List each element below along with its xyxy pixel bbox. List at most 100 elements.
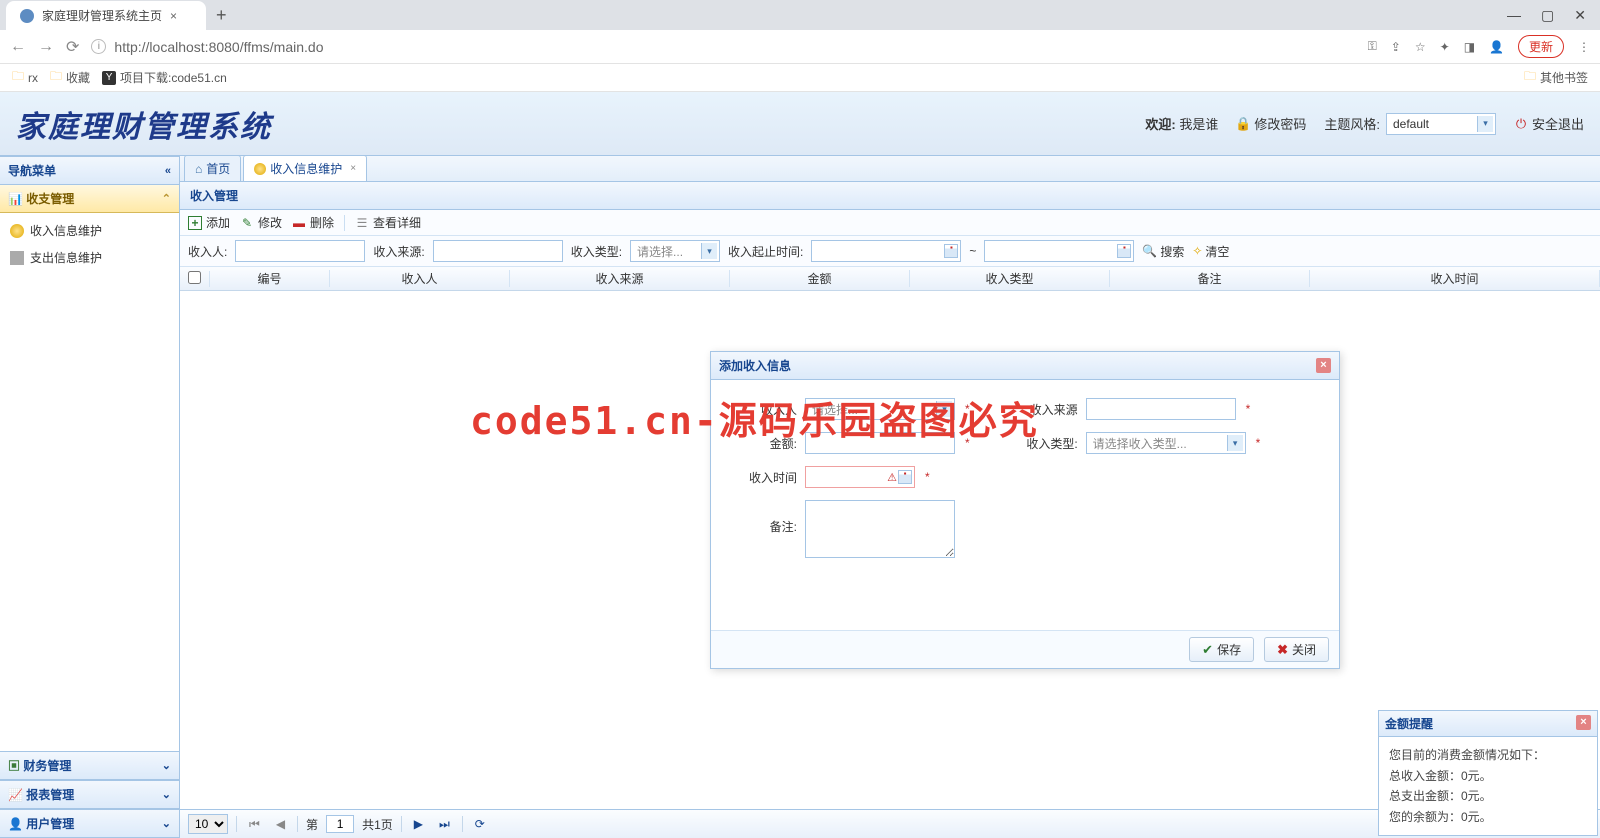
required-mark: *	[965, 402, 970, 416]
last-page-icon[interactable]: ⏭	[435, 817, 454, 832]
accordion-user[interactable]: 👤 用户管理 ⌄	[0, 809, 179, 838]
logout-link[interactable]: ⏻安全退出	[1514, 114, 1584, 133]
dialog-body: 收入人 请选择...▾ * 收入来源 * 金额: * 收入类型: 请选择收入类型…	[711, 380, 1339, 630]
dlg-time-input[interactable]: ⚠ ▪	[805, 466, 915, 488]
person-input[interactable]	[235, 240, 365, 262]
lbl-amount: 金额:	[735, 435, 797, 452]
forward-icon[interactable]: →	[38, 38, 54, 56]
site-info-icon[interactable]: i	[91, 39, 106, 54]
first-page-icon[interactable]: ⏮	[245, 817, 264, 832]
col-amount[interactable]: 金额	[730, 270, 910, 287]
dialog-title: 添加收入信息	[719, 357, 791, 374]
page-size-select[interactable]: 10	[188, 814, 228, 834]
home-icon: ⌂	[195, 162, 202, 176]
sidepanel-icon[interactable]: ◨	[1464, 40, 1475, 54]
minimize-icon[interactable]: —	[1507, 7, 1521, 24]
chevron-down-icon: ▾	[701, 243, 717, 259]
check-icon: ✔	[1202, 642, 1213, 658]
dlg-amount-input[interactable]	[805, 432, 955, 454]
col-type[interactable]: 收入类型	[910, 270, 1110, 287]
clear-button[interactable]: ✧清空	[1192, 243, 1229, 260]
bookmark-proj[interactable]: Y项目下载:code51.cn	[102, 69, 227, 86]
url-text: http://localhost:8080/ffms/main.do	[114, 39, 323, 55]
notif-title-bar[interactable]: 金额提醒 ×	[1379, 711, 1597, 737]
col-remark[interactable]: 备注	[1110, 270, 1310, 287]
finance-icon: ▣	[8, 759, 20, 773]
extensions-icon[interactable]: ✦	[1440, 40, 1450, 54]
col-person[interactable]: 收入人	[330, 270, 510, 287]
view-button[interactable]: ☰查看详细	[355, 214, 421, 231]
col-source[interactable]: 收入来源	[510, 270, 730, 287]
chevron-down-icon: ▾	[1227, 435, 1243, 451]
dialog-close-icon[interactable]: ×	[1316, 358, 1331, 373]
edit-button[interactable]: ✎修改	[240, 214, 282, 231]
calendar-icon: ▪	[1117, 244, 1131, 258]
bookmark-other[interactable]: 🗀其他书签	[1524, 67, 1588, 88]
tab-home[interactable]: ⌂首页	[184, 155, 241, 181]
dlg-remark-textarea[interactable]	[805, 500, 955, 558]
bookmark-fav[interactable]: 🗀收藏	[50, 67, 90, 88]
broom-icon: ✧	[1192, 244, 1202, 258]
key-icon[interactable]: ⚿	[1368, 39, 1377, 54]
back-icon[interactable]: ←	[10, 38, 26, 56]
date-from[interactable]: ▪	[811, 240, 961, 262]
save-button[interactable]: ✔保存	[1189, 637, 1254, 662]
notif-close-icon[interactable]: ×	[1576, 715, 1591, 730]
page-input[interactable]	[326, 815, 354, 833]
menu-icon[interactable]: ⋮	[1578, 40, 1590, 54]
add-income-dialog: 添加收入信息 × 收入人 请选择...▾ * 收入来源 * 金额:	[710, 351, 1340, 669]
nav-expense-info[interactable]: 支出信息维护	[0, 244, 179, 271]
prev-page-icon[interactable]: ◀	[272, 817, 289, 831]
dlg-source-input[interactable]	[1086, 398, 1236, 420]
share-icon[interactable]: ⇪	[1391, 40, 1401, 54]
delete-button[interactable]: ▬删除	[292, 214, 334, 231]
profile-icon[interactable]: 👤	[1489, 40, 1504, 54]
chevron-up-icon: ⌃	[162, 192, 171, 205]
tab-close-icon[interactable]: ×	[350, 163, 356, 174]
source-input[interactable]	[433, 240, 563, 262]
col-time[interactable]: 收入时间	[1310, 270, 1600, 287]
date-to[interactable]: ▪	[984, 240, 1134, 262]
bookmark-rx[interactable]: 🗀rx	[12, 67, 38, 88]
update-button[interactable]: 更新	[1518, 35, 1564, 58]
select-all-checkbox[interactable]	[188, 271, 201, 284]
col-checkbox	[180, 271, 210, 287]
tab-income-info[interactable]: 收入信息维护×	[243, 155, 367, 181]
next-page-icon[interactable]: ▶	[410, 817, 427, 831]
url-box[interactable]: i http://localhost:8080/ffms/main.do	[91, 39, 1355, 55]
theme-combo[interactable]: default▾	[1386, 113, 1496, 135]
add-button[interactable]: +添加	[188, 214, 230, 231]
chevron-down-icon: ⌄	[162, 759, 171, 772]
change-password-link[interactable]: 🔒修改密码	[1236, 114, 1306, 133]
col-no[interactable]: 编号	[210, 270, 330, 287]
search-row: 收入人: 收入来源: 收入类型: 请选择...▾ 收入起止时间: ▪ ~ ▪ 🔍…	[180, 236, 1600, 267]
nav-income-info[interactable]: 收入信息维护	[0, 217, 179, 244]
collapse-icon[interactable]: «	[165, 165, 171, 177]
accordion-finance[interactable]: ▣ 财务管理 ⌄	[0, 751, 179, 780]
welcome-text: 欢迎: 我是谁	[1145, 114, 1218, 133]
refresh-icon[interactable]: ⟳	[471, 817, 489, 831]
dlg-type-combo[interactable]: 请选择收入类型...▾	[1086, 432, 1246, 454]
browser-tab[interactable]: 家庭理财管理系统主页 ×	[6, 1, 206, 30]
new-tab-button[interactable]: +	[206, 5, 237, 26]
chart-icon: 📊	[8, 192, 23, 206]
star-icon[interactable]: ☆	[1415, 40, 1426, 54]
accordion-income-expense[interactable]: 📊 收支管理 ⌃	[0, 185, 179, 213]
time-label: 收入起止时间:	[728, 243, 803, 260]
reload-icon[interactable]: ⟳	[66, 37, 79, 57]
dlg-person-combo[interactable]: 请选择...▾	[805, 398, 955, 420]
accordion-report[interactable]: 📈 报表管理 ⌄	[0, 780, 179, 809]
dialog-title-bar[interactable]: 添加收入信息 ×	[711, 352, 1339, 380]
folder-icon: 🗀	[12, 67, 24, 88]
notif-line2: 总收入金额：0元。	[1389, 766, 1587, 786]
person-label: 收入人:	[188, 243, 227, 260]
plus-icon: +	[188, 216, 202, 230]
close-button[interactable]: ✖关闭	[1264, 637, 1329, 662]
search-button[interactable]: 🔍搜索	[1142, 243, 1184, 260]
theme-select: 主题风格: default▾	[1324, 113, 1496, 135]
window-close-icon[interactable]: ✕	[1574, 7, 1586, 24]
lbl-type: 收入类型:	[1008, 435, 1078, 452]
type-combo[interactable]: 请选择...▾	[630, 240, 720, 262]
maximize-icon[interactable]: ▢	[1541, 7, 1554, 24]
tab-close-icon[interactable]: ×	[170, 9, 177, 23]
